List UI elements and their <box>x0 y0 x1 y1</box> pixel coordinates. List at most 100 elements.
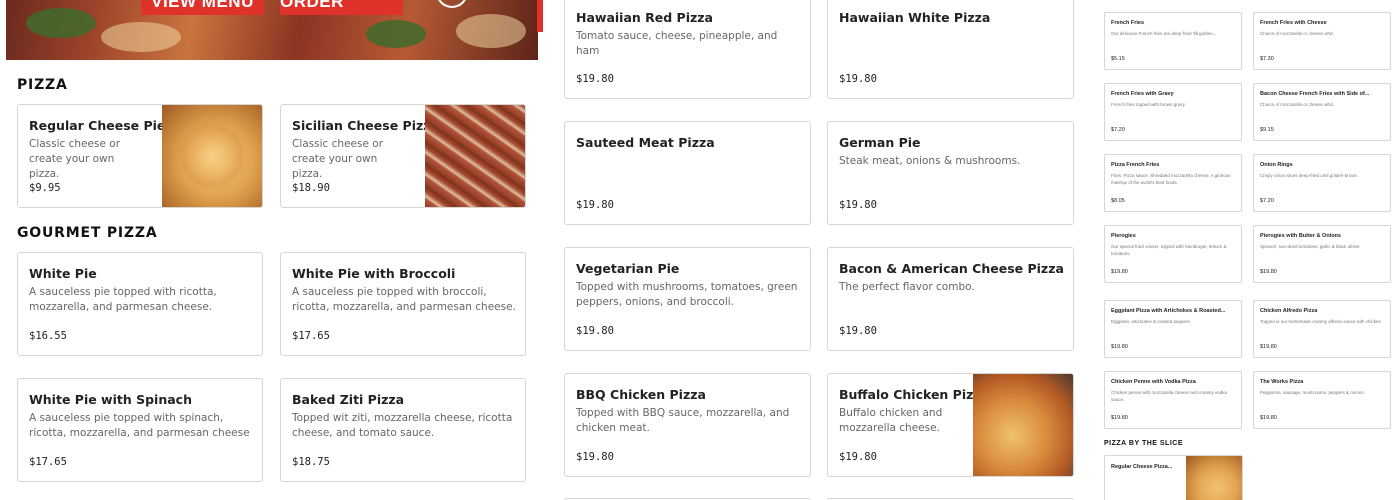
menu-item-card[interactable]: Sauteed Meat Pizza $19.80 <box>564 121 811 225</box>
mini-menu-card[interactable]: Bacon Cheese French Fries with Side of..… <box>1253 83 1391 141</box>
item-price: $19.80 <box>576 199 614 211</box>
mini-item-price: $7.20 <box>1260 198 1274 204</box>
menu-item-card[interactable]: White Pie A sauceless pie topped with ri… <box>17 252 263 356</box>
menu-item-card[interactable]: Buffalo Chicken Pizza Buffalo chicken an… <box>827 373 1074 477</box>
item-price: $17.65 <box>29 456 67 468</box>
item-description: Classic cheese or create your own pizza. <box>29 138 121 180</box>
menu-item-card[interactable]: Bacon & American Cheese Pizza The perfec… <box>827 247 1074 351</box>
item-description: Steak meat, onions & mushrooms. <box>839 155 1021 167</box>
menu-item-card[interactable]: Hawaiian White Pizza $19.80 <box>827 0 1074 99</box>
start-order-button[interactable]: START ORDER <box>280 0 403 15</box>
mini-item-description: Pepperoni, sausage, mushrooms, peppers &… <box>1260 390 1365 395</box>
sicilian-pizza-photo <box>425 105 525 207</box>
mini-item-description: Our special fried onions, topped with ha… <box>1111 244 1227 256</box>
item-description: Topped with mushrooms, tomatoes, green p… <box>576 281 798 308</box>
item-description: The perfect flavor combo. <box>839 281 975 293</box>
cheese-pizza-photo <box>162 105 262 207</box>
menu-item-card[interactable]: White Pie with Spinach A sauceless pie t… <box>17 378 263 482</box>
mini-menu-card[interactable]: French Fries with Gravy French fries topp… <box>1104 83 1242 141</box>
item-price: $19.80 <box>576 325 614 337</box>
mini-item-price: $19.80 <box>1260 344 1277 350</box>
mini-menu-card[interactable]: Regular Cheese Pizza... <box>1104 455 1243 500</box>
item-name: Hawaiian Red Pizza <box>576 10 713 25</box>
mini-item-price: $8.05 <box>1111 198 1125 204</box>
cheese-slice-photo <box>1186 456 1242 500</box>
hero-banner: VIEW MENU START ORDER <box>6 0 538 60</box>
menu-item-card[interactable]: Sicilian Cheese Pizza Classic cheese or … <box>280 104 526 208</box>
mini-item-description: French fries topped with brown gravy. <box>1111 102 1186 107</box>
mini-menu-card[interactable]: French Fries Our delicious French fries a… <box>1104 12 1242 70</box>
menu-item-card[interactable]: German Pie Steak meat, onions & mushroom… <box>827 121 1074 225</box>
hero-cheese <box>456 14 526 48</box>
item-name: Sauteed Meat Pizza <box>576 135 715 150</box>
item-description: Classic cheese or create your own pizza. <box>292 138 384 180</box>
mini-item-name: Bacon Cheese French Fries with Side of..… <box>1260 91 1370 97</box>
item-description: A sauceless pie topped with broccoli, ri… <box>292 286 516 313</box>
mini-menu-card[interactable]: French Fries with Cheese Choice of mozzar… <box>1253 12 1391 70</box>
hero-cheese <box>101 22 181 52</box>
mini-menu-card[interactable]: Pizza French Fries Fries. Pizza sauce. Sh… <box>1104 154 1242 212</box>
menu-item-card[interactable]: Hawaiian Red Pizza Tomato sauce, cheese,… <box>564 0 811 99</box>
item-description: A sauceless pie topped with spinach, ric… <box>29 412 250 439</box>
mini-item-name: French Fries <box>1111 20 1145 26</box>
mini-item-name: Onion Rings <box>1260 162 1293 168</box>
item-name: Sicilian Cheese Pizza <box>292 118 439 133</box>
section-title-pizza-by-the-slice: PIZZA BY THE SLICE <box>1104 440 1184 447</box>
item-name: Hawaiian White Pizza <box>839 10 991 25</box>
mini-item-price: $19.80 <box>1111 269 1128 275</box>
item-name: White Pie <box>29 266 97 281</box>
mini-menu-card[interactable]: Pierogies with Butter & Onions Spinach, s… <box>1253 225 1391 283</box>
item-name: BBQ Chicken Pizza <box>576 387 706 402</box>
mini-menu-card[interactable]: Eggplant Pizza with Artichokes & Roasted… <box>1104 300 1242 358</box>
item-price: $19.80 <box>839 73 877 85</box>
section-title-pizza: PIZZA <box>17 77 68 93</box>
item-description: Tomato sauce, cheese, pineapple, and ham <box>576 30 778 57</box>
menu-item-card[interactable]: Vegetarian Pie Topped with mushrooms, to… <box>564 247 811 351</box>
hero-topping <box>26 8 96 38</box>
mini-menu-card[interactable]: Chicken Penne with Vodka Pizza Chicken pe… <box>1104 371 1242 429</box>
mini-menu-card[interactable]: Onion Rings Crispy onion slices deep-frie… <box>1253 154 1391 212</box>
mini-item-price: $19.80 <box>1260 269 1277 275</box>
item-name: White Pie with Spinach <box>29 392 192 407</box>
mini-item-description: Choice of mozzarella or cheese whiz. <box>1260 31 1335 36</box>
mini-menu-card[interactable]: Chicken Alfredo Pizza Topped in our homem… <box>1253 300 1391 358</box>
item-description: Buffalo chicken and mozzarella cheese. <box>839 407 943 434</box>
mini-item-name: The Works Pizza <box>1260 379 1304 385</box>
item-price: $18.90 <box>292 182 330 194</box>
mini-item-description: Our delicious French fries are deep-frie… <box>1111 31 1217 36</box>
item-price: $19.80 <box>576 73 614 85</box>
item-name: Baked Ziti Pizza <box>292 392 405 407</box>
mini-item-name: Chicken Alfredo Pizza <box>1260 308 1318 314</box>
mini-item-price: $5.15 <box>1111 56 1125 62</box>
mini-menu-card[interactable]: The Works Pizza Pepperoni, sausage, mushr… <box>1253 371 1391 429</box>
buffalo-chicken-pizza-photo <box>973 374 1073 476</box>
item-name: German Pie <box>839 135 921 150</box>
swirl-icon <box>436 0 468 8</box>
mini-item-description: Fries. Pizza sauce. Shredded mozzarella … <box>1111 173 1231 185</box>
hero-topping <box>366 20 426 48</box>
menu-item-card[interactable]: Regular Cheese Pie Classic cheese or cre… <box>17 104 263 208</box>
mini-item-price: $19.80 <box>1111 415 1128 421</box>
item-name: Bacon & American Cheese Pizza <box>839 261 1064 276</box>
item-price: $19.80 <box>576 451 614 463</box>
item-name: Vegetarian Pie <box>576 261 680 276</box>
mini-item-name: Chicken Penne with Vodka Pizza <box>1111 379 1196 385</box>
mini-item-price: $7.30 <box>1260 56 1274 62</box>
menu-item-card[interactable]: White Pie with Broccoli A sauceless pie … <box>280 252 526 356</box>
mini-item-description: Choice of mozzarella or cheese whiz. <box>1260 102 1335 107</box>
mini-item-description: Eggplant, artichokes & roasted peppers. <box>1111 319 1192 324</box>
item-price: $19.80 <box>839 199 877 211</box>
view-menu-button[interactable]: VIEW MENU <box>141 0 264 15</box>
mini-item-price: $19.80 <box>1111 344 1128 350</box>
section-title-gourmet: GOURMET PIZZA <box>17 225 158 241</box>
menu-item-card[interactable]: BBQ Chicken Pizza Topped with BBQ sauce,… <box>564 373 811 477</box>
mini-item-name: Eggplant Pizza with Artichokes & Roasted… <box>1111 308 1226 314</box>
mini-item-price: $19.80 <box>1260 415 1277 421</box>
item-name: Buffalo Chicken Pizza <box>839 387 990 402</box>
hero-accent <box>537 0 543 32</box>
menu-item-card[interactable]: Baked Ziti Pizza Topped wit ziti, mozzar… <box>280 378 526 482</box>
item-price: $18.75 <box>292 456 330 468</box>
mini-menu-card[interactable]: Pierogies Our special fried onions, toppe… <box>1104 225 1242 283</box>
item-price: $16.55 <box>29 330 67 342</box>
mini-item-name: Pierogies <box>1111 233 1136 239</box>
